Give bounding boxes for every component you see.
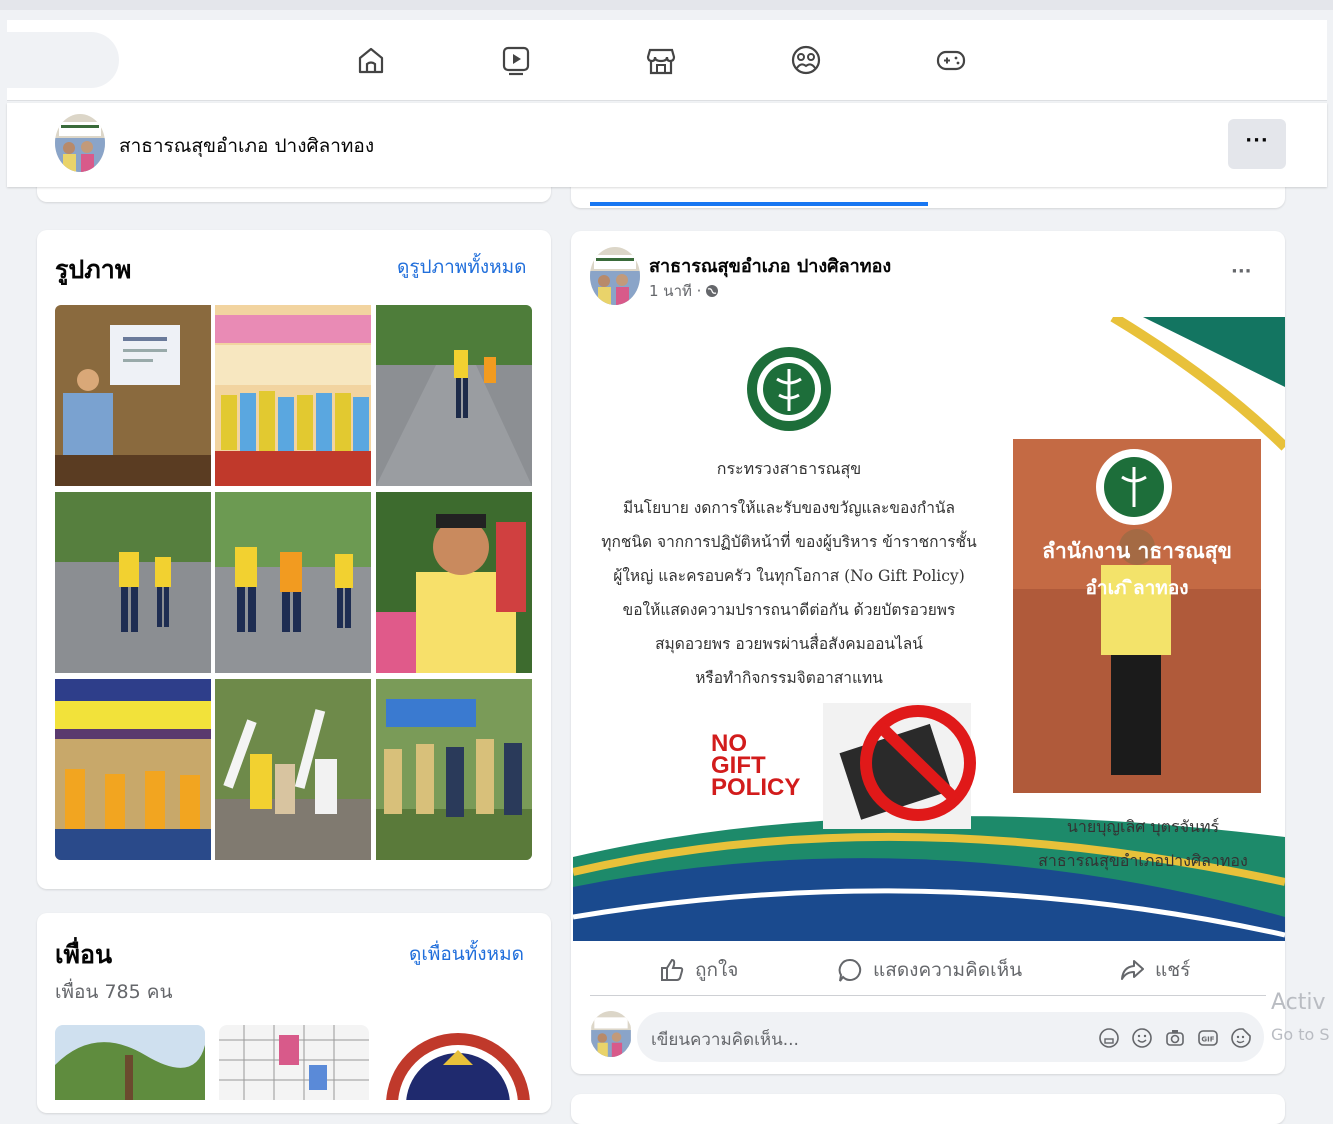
post-card: สาธารณสุขอำเภอ ปางศิลาทอง 1 นาที · ··· ก… bbox=[571, 231, 1285, 1074]
divider bbox=[590, 995, 1266, 996]
no-gift-policy-label: NO GIFT POLICY bbox=[711, 732, 801, 801]
share-icon bbox=[1121, 960, 1144, 980]
photo-thumb[interactable] bbox=[55, 492, 211, 673]
friend-thumb[interactable] bbox=[219, 1025, 369, 1100]
post-more-button[interactable]: ··· bbox=[1231, 261, 1252, 282]
page-header-bar: สาธารณสุขอำเภอ ปางศิลาทอง ··· bbox=[7, 103, 1327, 187]
emoji-icon[interactable] bbox=[1131, 1027, 1153, 1049]
poster-sign-line-1: ลำนักงาน าธารณสุข bbox=[1042, 539, 1232, 563]
poster-line: ขอให้แสดงความปรารถนาดีต่อกัน ด้วยบัตรอวย… bbox=[622, 601, 956, 619]
browser-top-strip bbox=[0, 0, 1333, 10]
photo-thumb[interactable] bbox=[215, 492, 371, 673]
comment-input[interactable]: เขียนความคิดเห็น... GIF bbox=[637, 1012, 1264, 1062]
poster-sign-line-2: อำเภ ิลาทอง bbox=[1085, 577, 1189, 599]
avatar-sticker-icon[interactable] bbox=[1098, 1027, 1120, 1049]
friends-see-all-link[interactable]: ดูเพื่อนทั้งหมด bbox=[409, 939, 524, 969]
photos-card: รูปภาพ ดูรูปภาพทั้งหมด bbox=[37, 230, 551, 889]
top-navbar bbox=[7, 20, 1327, 101]
photo-thumb[interactable] bbox=[376, 679, 532, 860]
page-name[interactable]: สาธารณสุขอำเภอ ปางศิลาทอง bbox=[119, 131, 374, 161]
globe-icon bbox=[706, 285, 719, 297]
groups-icon[interactable] bbox=[788, 42, 824, 78]
friends-card: เพื่อน ดูเพื่อนทั้งหมด เพื่อน 785 คน bbox=[37, 913, 551, 1113]
home-icon[interactable] bbox=[353, 42, 389, 78]
comment-placeholder: เขียนความคิดเห็น... bbox=[651, 1030, 799, 1050]
post-meta: 1 นาที · bbox=[649, 279, 719, 303]
photos-title: รูปภาพ bbox=[55, 255, 132, 284]
like-button[interactable]: ถูกใจ bbox=[659, 955, 738, 985]
gaming-icon[interactable] bbox=[933, 42, 969, 78]
like-icon bbox=[661, 958, 684, 981]
poster-ministry: กระทรวงสาธารณสุข bbox=[716, 459, 862, 478]
marketplace-icon[interactable] bbox=[643, 42, 679, 78]
friend-thumb[interactable] bbox=[383, 1025, 533, 1100]
share-label: แชร์ bbox=[1155, 959, 1191, 981]
svg-text:GIF: GIF bbox=[1201, 1036, 1214, 1044]
camera-icon[interactable] bbox=[1164, 1027, 1186, 1049]
poster-body: มีนโยบาย งดการให้และรับของขวัญและของกำนั… bbox=[573, 491, 1005, 695]
page-avatar[interactable] bbox=[55, 114, 105, 172]
friends-count: เพื่อน 785 คน bbox=[55, 981, 173, 1003]
post-time[interactable]: 1 นาที · bbox=[649, 279, 701, 303]
watch-icon[interactable] bbox=[498, 42, 534, 78]
comment-button[interactable]: แสดงความคิดเห็น bbox=[837, 955, 1022, 985]
photo-thumb[interactable] bbox=[376, 492, 532, 673]
sticker-icon[interactable] bbox=[1230, 1027, 1252, 1049]
post-author-name[interactable]: สาธารณสุขอำเภอ ปางศิลาทอง bbox=[649, 251, 891, 280]
photo-thumb[interactable] bbox=[215, 305, 371, 486]
commenter-avatar[interactable] bbox=[590, 1011, 632, 1057]
windows-goto-settings-watermark: Go to S bbox=[1271, 1025, 1330, 1044]
poster-line: มีนโยบาย งดการให้และรับของขวัญและของกำนั… bbox=[622, 499, 956, 517]
poster-line: สมุดอวยพร อวยพรผ่านสื่อสังคมออนไลน์ bbox=[655, 635, 923, 653]
share-button[interactable]: แชร์ bbox=[1119, 955, 1190, 985]
like-label: ถูกใจ bbox=[695, 959, 739, 981]
windows-activate-watermark: Activ bbox=[1271, 990, 1326, 1015]
no-gift-word: POLICY bbox=[711, 774, 801, 801]
poster-line: หรือทำกิจกรรมจิตอาสาแทน bbox=[695, 669, 883, 687]
post-image[interactable]: กระทรวงสาธารณสุข มีนโยบาย งดการให้และรับ… bbox=[573, 317, 1285, 941]
photo-thumb[interactable] bbox=[55, 305, 211, 486]
friend-thumb[interactable] bbox=[55, 1025, 205, 1100]
gif-icon[interactable]: GIF bbox=[1197, 1027, 1219, 1049]
page-more-button[interactable]: ··· bbox=[1228, 119, 1286, 169]
active-tab-indicator bbox=[590, 202, 928, 206]
comment-icon bbox=[838, 958, 862, 982]
poster-person-name: นายบุญเลิศ บุตรจันทร์ bbox=[1066, 817, 1220, 836]
friends-title: เพื่อน bbox=[55, 940, 113, 969]
photos-see-all-link[interactable]: ดูรูปภาพทั้งหมด bbox=[397, 252, 527, 282]
photo-thumb[interactable] bbox=[55, 679, 211, 860]
poster-line: ทุกชนิด จากการปฏิบัติหน้าที่ ของผู้บริหา… bbox=[601, 533, 977, 551]
poster-line: ผู้ใหญ่ และครอบครัว ในทุกโอกาส (No Gift … bbox=[613, 567, 965, 585]
photo-thumb[interactable] bbox=[215, 679, 371, 860]
comment-label: แสดงความคิดเห็น bbox=[873, 959, 1023, 981]
poster-person-title: สาธารณสุขอำเภอปางศิลาทอง bbox=[1038, 851, 1248, 870]
search-input[interactable] bbox=[7, 32, 119, 88]
photo-thumb[interactable] bbox=[376, 305, 532, 486]
post-author-avatar[interactable] bbox=[590, 247, 640, 305]
